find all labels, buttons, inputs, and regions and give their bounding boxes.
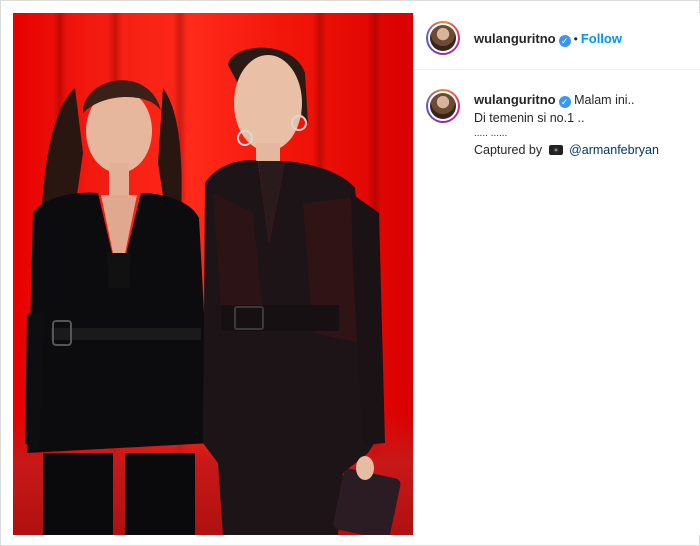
verified-badge-icon: ✓ [558, 96, 571, 108]
follow-button[interactable]: Follow [581, 31, 622, 46]
right-person-figure [203, 47, 401, 535]
post-header: wulanguritno ✓ • Follow [414, 13, 700, 70]
left-person-figure [25, 80, 211, 535]
camera-icon [548, 145, 563, 155]
post-photo[interactable] [13, 13, 413, 535]
caption-line-3: ..... ...... [474, 128, 508, 139]
header-username-link[interactable]: wulanguritno [474, 31, 556, 46]
avatar[interactable] [426, 21, 460, 55]
caption-line-2: Di temenin si no.1 .. [474, 111, 585, 125]
caption-avatar-image [430, 93, 456, 119]
verified-badge-icon: ✓ [558, 35, 571, 47]
credit-prefix: Captured by [474, 143, 543, 157]
post-side-panel: wulanguritno ✓ • Follow wulanguritno ✓ Malam… [413, 13, 700, 535]
separator-dot: • [573, 32, 578, 46]
instagram-post-frame: wulanguritno ✓ • Follow wulanguritno ✓ Malam… [0, 0, 700, 546]
caption-line-1: Malam ini.. [574, 93, 635, 107]
caption-avatar[interactable] [426, 89, 460, 123]
caption: wulanguritno ✓ Malam ini.. Di temenin si … [474, 91, 694, 159]
caption-username-link[interactable]: wulanguritno [474, 92, 556, 107]
photo-figures [25, 47, 401, 535]
avatar-image [430, 25, 456, 51]
credit-mention-link[interactable]: @armanfebryan [569, 143, 659, 157]
